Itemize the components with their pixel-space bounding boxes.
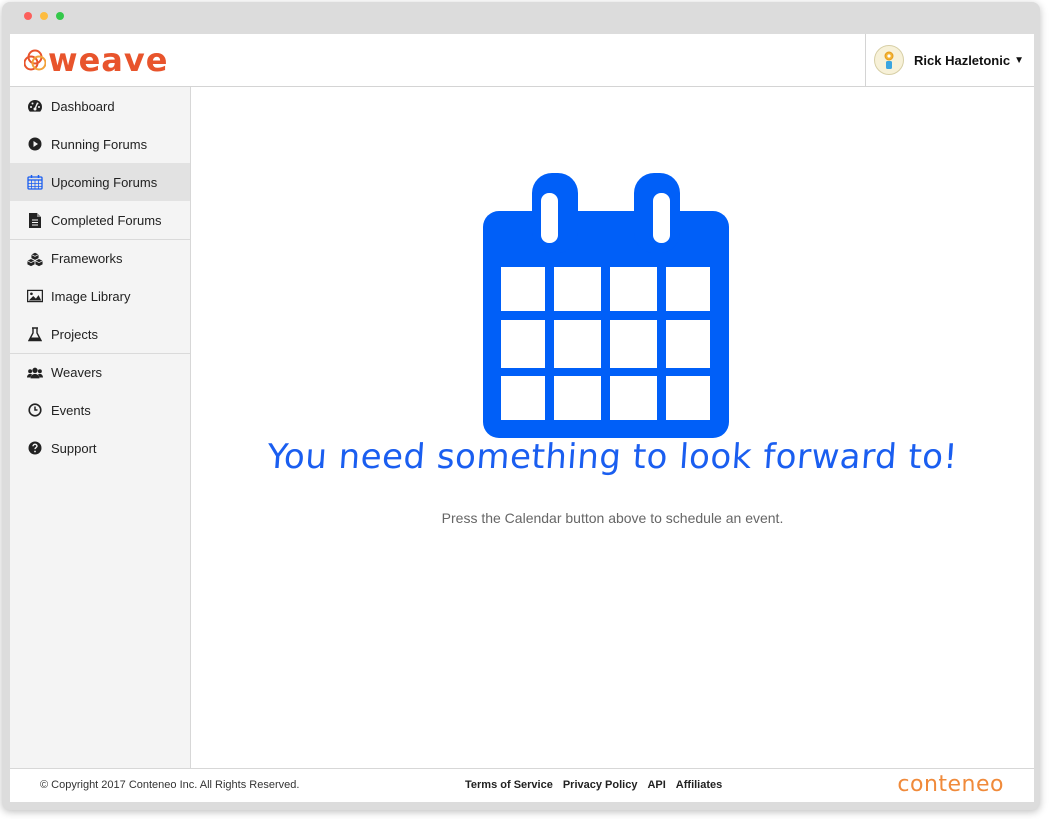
maximize-window-button[interactable]: [56, 12, 64, 20]
sidebar-item-label: Projects: [51, 326, 98, 342]
terms-of-service-link[interactable]: Terms of Service: [465, 779, 553, 791]
privacy-policy-link[interactable]: Privacy Policy: [563, 779, 638, 791]
empty-state-headline: You need something to look forward to!: [265, 437, 960, 477]
minimize-window-button[interactable]: [40, 12, 48, 20]
sidebar-item-label: Frameworks: [51, 251, 123, 266]
sidebar-item-events[interactable]: Events: [10, 391, 190, 429]
api-link[interactable]: API: [647, 779, 665, 791]
footer: © Copyright 2017 Conteneo Inc. All Right…: [10, 768, 1034, 802]
calendar-illustration-icon: [483, 173, 729, 438]
empty-state-subtext: Press the Calendar button above to sched…: [441, 510, 784, 526]
sidebar-item-label: Events: [51, 402, 91, 418]
affiliates-link[interactable]: Affiliates: [676, 779, 722, 791]
close-window-button[interactable]: [24, 12, 32, 20]
sidebar-item-label: Upcoming Forums: [51, 174, 158, 190]
users-icon: [27, 365, 43, 381]
sidebar-item-image-library[interactable]: Image Library: [10, 277, 190, 315]
sidebar-item-frameworks[interactable]: Frameworks: [10, 239, 190, 277]
sidebar-item-support[interactable]: Support: [10, 429, 190, 467]
user-menu[interactable]: Rick Hazletonic ▼: [865, 34, 1034, 86]
play-circle-icon: [27, 136, 43, 152]
sidebar-item-upcoming-forums[interactable]: Upcoming Forums: [10, 163, 190, 201]
top-bar: weave Rick Hazletonic ▼: [10, 34, 1034, 87]
copyright-text: © Copyright 2017 Conteneo Inc. All Right…: [40, 779, 300, 791]
sidebar-item-label: Dashboard: [51, 98, 115, 114]
footer-links: Terms of Service Privacy Policy API Affi…: [465, 779, 722, 791]
logo-text: weave: [48, 41, 169, 79]
weave-logo[interactable]: weave: [24, 42, 168, 78]
sidebar-item-label: Weavers: [51, 365, 103, 380]
clock-icon: [27, 402, 43, 418]
window-controls: [24, 12, 64, 20]
main-content: You need something to look forward to! P…: [191, 87, 1034, 768]
sidebar-item-label: Support: [51, 440, 97, 456]
chevron-down-icon: ▼: [1014, 54, 1024, 66]
sidebar-item-label: Running Forums: [51, 136, 148, 152]
sidebar-item-running-forums[interactable]: Running Forums: [10, 125, 190, 163]
image-icon: [27, 288, 43, 304]
user-name: Rick Hazletonic: [914, 52, 1011, 68]
sidebar-item-label: Image Library: [51, 288, 131, 304]
app-window: weave Rick Hazletonic ▼ Dashboard Runnin…: [2, 2, 1040, 810]
calendar-icon: [27, 174, 43, 190]
sidebar-item-label: Completed Forums: [51, 212, 162, 228]
flask-icon: [27, 326, 43, 342]
sidebar-item-weavers[interactable]: Weavers: [10, 353, 190, 391]
question-circle-icon: [27, 440, 43, 456]
sidebar: Dashboard Running Forums Upcoming Forums…: [10, 87, 191, 768]
weave-logo-mark-icon: [24, 49, 46, 71]
dashboard-icon: [27, 98, 43, 114]
avatar: [874, 45, 904, 75]
app-screen: weave Rick Hazletonic ▼ Dashboard Runnin…: [10, 34, 1034, 802]
avatar-person-icon: [884, 51, 894, 69]
sidebar-item-projects[interactable]: Projects: [10, 315, 190, 353]
cubes-icon: [27, 251, 43, 267]
conteneo-logo[interactable]: conteneo: [897, 772, 1004, 797]
document-icon: [27, 212, 43, 228]
sidebar-item-dashboard[interactable]: Dashboard: [10, 87, 190, 125]
sidebar-item-completed-forums[interactable]: Completed Forums: [10, 201, 190, 239]
